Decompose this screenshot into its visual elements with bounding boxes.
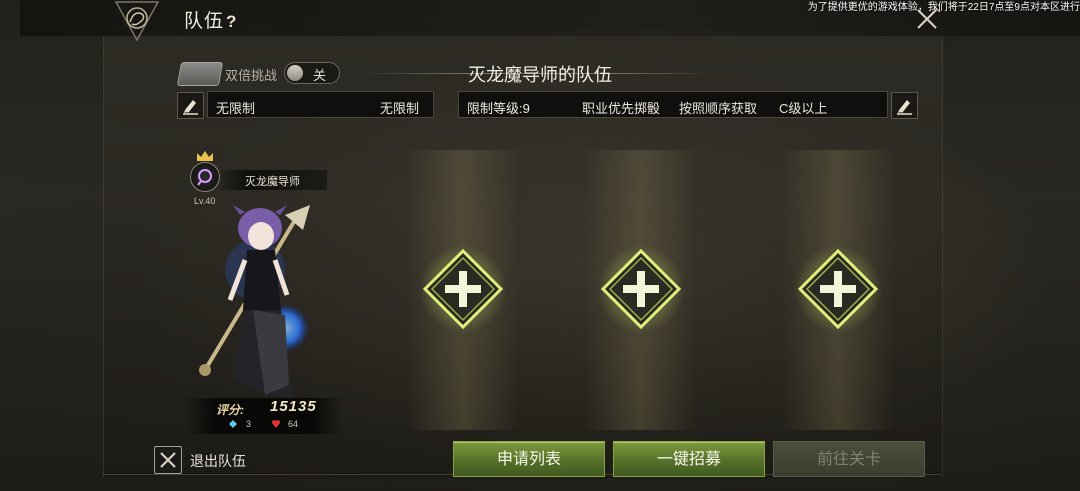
level-limit: 限制等级:9 (467, 101, 530, 116)
toggle-state-label: 关 (313, 68, 327, 83)
edit-right-button[interactable] (891, 92, 918, 119)
character-level: Lv.40 (194, 196, 216, 206)
team-name: 灭龙魔导师的队伍 (468, 65, 612, 85)
crown-icon (197, 151, 213, 161)
loot-rule-order: 按照顺序获取 (679, 101, 758, 116)
exit-team-label[interactable]: 退出队伍 (190, 451, 246, 471)
score-bar (185, 398, 343, 434)
loot-rule-grade: C级以上 (779, 101, 828, 116)
score-value: 15135 (270, 398, 317, 415)
apply-list-button[interactable]: 申请列表 (453, 441, 605, 477)
dragon-emblem-icon (114, 1, 160, 42)
score-label: 评分: (216, 403, 244, 417)
red-heart-icon (272, 420, 280, 428)
loot-rule-class: 职业优先掷骰 (582, 101, 661, 116)
add-member-slot-1[interactable] (419, 245, 507, 333)
class-icon (190, 162, 220, 192)
page-title-text: 队伍 (184, 11, 225, 32)
double-challenge-label: 双倍挑战 (225, 68, 278, 83)
goto-stage-button[interactable]: 前往关卡 (773, 441, 925, 477)
exit-team-button[interactable] (154, 446, 182, 474)
blue-gem-icon (229, 420, 237, 428)
pencil-icon (183, 100, 198, 115)
help-icon[interactable]: ? (226, 12, 242, 31)
red-stat-value: 64 (288, 419, 299, 429)
left-field-value: 无限制 (216, 101, 256, 116)
edit-left-button[interactable] (177, 92, 204, 119)
page-title: 队伍? (184, 6, 242, 33)
x-icon (160, 452, 176, 468)
pencil-icon (897, 100, 912, 115)
double-challenge-toggle[interactable]: 关 (284, 62, 340, 84)
left-field-right-value: 无限制 (379, 101, 419, 116)
toggle-knob (287, 65, 303, 81)
character-name: 灭龙魔导师 (245, 176, 300, 188)
add-member-slot-2[interactable] (597, 245, 685, 333)
close-icon[interactable] (912, 4, 942, 34)
left-limit-field[interactable]: 无限制 无限制 (207, 91, 434, 118)
loot-rules-field[interactable]: 限制等级:9 职业优先掷骰 按照顺序获取 C级以上 (458, 91, 888, 118)
double-challenge-icon (176, 62, 224, 86)
add-member-slot-3[interactable] (794, 245, 882, 333)
blue-stat-value: 3 (246, 419, 252, 429)
character-portrait[interactable] (185, 150, 345, 435)
server-notice: 为了提供更优的游戏体验，我们将于22日7点至9点对本区进行 (807, 2, 1080, 13)
one-click-recruit-button[interactable]: 一键招募 (613, 441, 765, 477)
